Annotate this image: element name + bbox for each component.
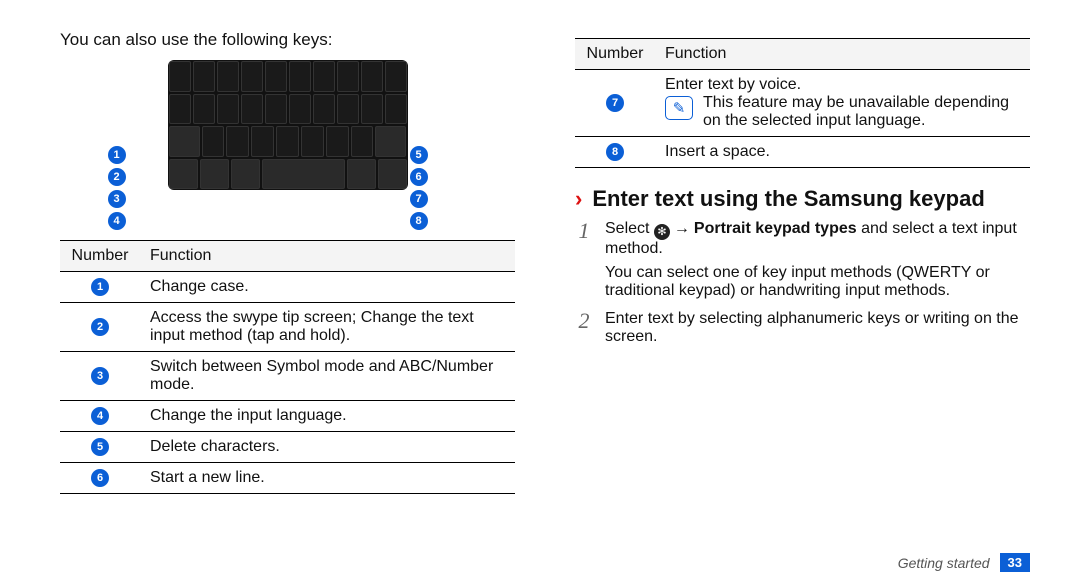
callout-badge-4: 4 [108,212,126,230]
table-row: 1 Change case. [60,272,515,303]
row-badge: 2 [91,318,109,336]
two-column-layout: You can also use the following keys: 1 2 [60,30,1030,494]
row-fn: Enter text by voice. ✎ This feature may … [655,70,1030,137]
row-badge: 6 [91,469,109,487]
row-fn: Insert a space. [655,137,1030,168]
footer-page-number: 33 [1000,553,1030,572]
footer-section: Getting started [898,555,990,571]
callout-badge-2: 2 [108,168,126,186]
arrow-icon: → [674,220,690,237]
row-fn: Change case. [140,272,515,303]
table-row: 5 Delete characters. [60,432,515,463]
step1-line2: You can select one of key input methods … [605,264,1030,300]
note-text: This feature may be unavailable dependin… [703,94,1020,130]
step1-bold: Portrait keypad types [694,220,857,237]
step2-text: Enter text by selecting alphanumeric key… [605,310,1030,346]
step-number: 2 [575,310,593,352]
callout-badge-6: 6 [410,168,428,186]
note: ✎ This feature may be unavailable depend… [665,94,1020,130]
callout-badge-8: 8 [410,212,428,230]
chevron-icon: › [575,186,582,212]
callouts-right: 5 6 7 8 [410,146,428,230]
row-badge: 3 [91,367,109,385]
row7-line1: Enter text by voice. [665,76,1020,94]
row-fn: Access the swype tip screen; Change the … [140,303,515,352]
section-title: Enter text using the Samsung keypad [592,186,984,212]
callout-badge-1: 1 [108,146,126,164]
note-icon: ✎ [665,96,693,120]
left-column: You can also use the following keys: 1 2 [60,30,515,494]
section-heading: › Enter text using the Samsung keypad [575,186,1030,212]
intro-text: You can also use the following keys: [60,30,515,50]
page-footer: Getting started 33 [898,553,1030,572]
callout-badge-5: 5 [410,146,428,164]
function-table-left: Number Function 1 Change case. 2 Access … [60,240,515,494]
row-badge: 7 [606,94,624,112]
th-function: Function [655,39,1030,70]
function-table-right: Number Function 7 Enter text by voice. ✎… [575,38,1030,168]
row-fn: Switch between Symbol mode and ABC/Numbe… [140,352,515,401]
page: You can also use the following keys: 1 2 [0,0,1080,586]
table-row: 2 Access the swype tip screen; Change th… [60,303,515,352]
row-fn: Start a new line. [140,463,515,494]
table-row: 3 Switch between Symbol mode and ABC/Num… [60,352,515,401]
callouts-left: 1 2 3 4 [108,146,126,230]
table-row: 4 Change the input language. [60,401,515,432]
table-row: 6 Start a new line. [60,463,515,494]
th-number: Number [575,39,655,70]
row-fn: Change the input language. [140,401,515,432]
table-row: 7 Enter text by voice. ✎ This feature ma… [575,70,1030,137]
th-function: Function [140,241,515,272]
row-badge: 5 [91,438,109,456]
row-badge: 8 [606,143,624,161]
step-2: 2 Enter text by selecting alphanumeric k… [575,310,1030,352]
keypad-figure: 1 2 3 4 5 6 7 8 [60,60,515,230]
row-fn: Delete characters. [140,432,515,463]
table-row: 8 Insert a space. [575,137,1030,168]
row-badge: 4 [91,407,109,425]
step1-prefix: Select [605,220,654,237]
th-number: Number [60,241,140,272]
gear-icon: ✻ [654,224,670,240]
step-number: 1 [575,220,593,306]
row-badge: 1 [91,278,109,296]
right-column: Number Function 7 Enter text by voice. ✎… [575,30,1030,494]
step1-line1: Select ✻→Portrait keypad types and selec… [605,220,1030,258]
callout-badge-3: 3 [108,190,126,208]
step-1: 1 Select ✻→Portrait keypad types and sel… [575,220,1030,306]
callout-badge-7: 7 [410,190,428,208]
